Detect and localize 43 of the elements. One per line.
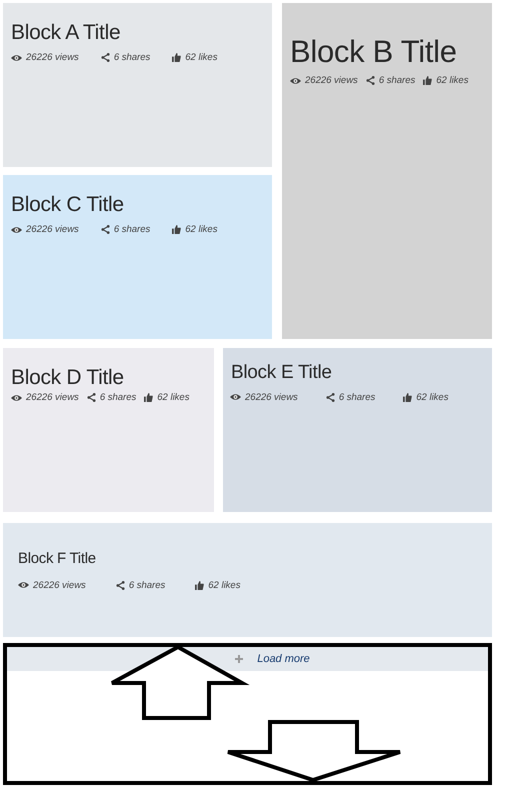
eye-icon xyxy=(230,393,241,402)
thumbs-up-icon xyxy=(423,76,432,86)
shares-count: 6 shares xyxy=(128,580,166,590)
block-title: Block F Title xyxy=(18,551,97,568)
share-icon xyxy=(86,393,96,402)
views-count: 26226 views xyxy=(305,75,358,86)
eye-icon xyxy=(290,76,301,85)
thumbs-up-icon xyxy=(195,580,204,590)
shares-count: 6 shares xyxy=(100,392,136,404)
likes-count: 62 likes xyxy=(157,392,190,404)
share-icon xyxy=(366,76,375,86)
likes-count: 62 likes xyxy=(436,75,468,86)
thumbs-up-icon xyxy=(172,53,182,62)
shares-count: 6 shares xyxy=(338,392,376,403)
block-title: Block D Title xyxy=(11,366,125,390)
share-icon xyxy=(100,53,110,62)
block-title: Block E Title xyxy=(231,363,333,384)
views-count: 26226 views xyxy=(245,392,298,403)
views-count: 26226 views xyxy=(33,580,86,590)
thumbs-up-icon xyxy=(172,225,182,234)
share-icon xyxy=(326,392,335,402)
share-icon xyxy=(100,225,110,234)
eye-icon xyxy=(11,226,22,234)
block-title: Block C Title xyxy=(11,193,125,216)
plus-icon xyxy=(235,655,244,663)
shares-count: 6 shares xyxy=(114,224,150,236)
likes-count: 62 likes xyxy=(185,224,218,236)
shares-count: 6 shares xyxy=(378,75,416,86)
eye-icon xyxy=(11,54,22,62)
shares-count: 6 shares xyxy=(114,52,150,64)
block-title: Block B Title xyxy=(290,35,458,70)
likes-count: 62 likes xyxy=(185,52,218,64)
views-count: 26226 views xyxy=(26,224,79,236)
thumbs-up-icon xyxy=(403,392,412,402)
share-icon xyxy=(116,580,125,590)
block-title: Block A Title xyxy=(11,21,122,44)
eye-icon xyxy=(11,394,22,402)
likes-count: 62 likes xyxy=(416,392,448,403)
eye-icon xyxy=(18,581,29,589)
thumbs-up-icon xyxy=(144,393,154,402)
views-count: 26226 views xyxy=(26,52,79,64)
likes-count: 62 likes xyxy=(208,580,240,590)
views-count: 26226 views xyxy=(26,392,79,404)
